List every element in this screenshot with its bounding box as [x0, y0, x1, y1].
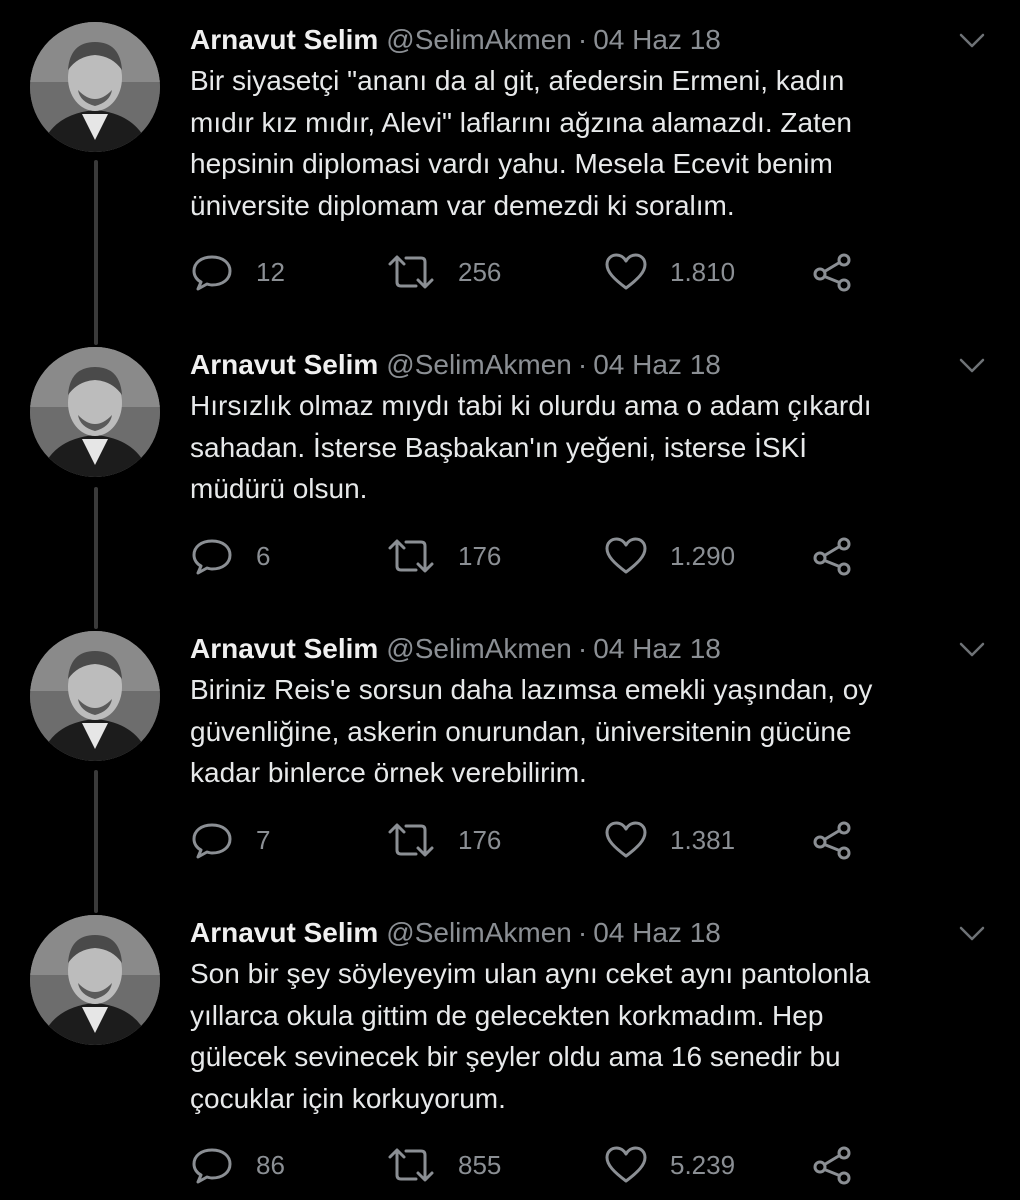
retweet-icon	[388, 1148, 434, 1182]
like-icon	[605, 1146, 647, 1183]
avatar[interactable]	[30, 347, 160, 477]
retweet-count: 176	[458, 824, 502, 855]
retweet-count: 855	[458, 1149, 502, 1180]
tweet-text-line: müdürü olsun.	[190, 473, 368, 504]
author-name[interactable]: Arnavut Selim	[190, 349, 378, 380]
retweet-button[interactable]: 176	[386, 536, 501, 576]
chevron-down-icon[interactable]	[955, 351, 989, 379]
tweet-header: Arnavut Selim @SelimAkmen · 04 Haz 18	[190, 913, 721, 953]
author-name[interactable]: Arnavut Selim	[190, 24, 378, 55]
tweet-text-line: Biriniz Reis'e sorsun daha lazımsa emekl…	[190, 674, 873, 705]
tweet-text-line: yıllarca okula gittim de gelecekten kork…	[190, 999, 824, 1031]
reply-button[interactable]: 12	[190, 252, 285, 292]
author-handle[interactable]: @SelimAkmen	[386, 349, 572, 380]
avatar[interactable]	[30, 915, 160, 1045]
tweet-date[interactable]: 04 Haz 18	[593, 633, 721, 664]
share-icon	[813, 253, 851, 292]
share-icon	[813, 537, 851, 576]
avatar[interactable]	[30, 631, 160, 761]
tweet-actions: 86 855 5.239	[190, 1145, 890, 1185]
like-count: 1.810	[670, 256, 736, 287]
reply-count: 86	[256, 1149, 285, 1180]
tweet-date[interactable]: 04 Haz 18	[593, 917, 721, 948]
tweet-text-line: kadar binlerce örnek verebilirim.	[190, 757, 587, 788]
reply-icon	[192, 255, 232, 291]
tweet-text-line: hepsinin diplomasi vardı yahu. Mesela Ec…	[190, 148, 833, 179]
tweet-text-line: güvenliğine, askerin onurundan, üniversi…	[190, 715, 852, 747]
tweet-text: Biriniz Reis'e sorsun daha lazımsa emekl…	[190, 669, 990, 794]
like-count: 5.239	[670, 1149, 736, 1180]
tweet-text-line: Son bir şey söyleyeyim ulan aynı ceket a…	[190, 958, 871, 989]
like-button[interactable]: 5.239	[604, 1145, 735, 1185]
retweet-count: 176	[458, 540, 502, 571]
reply-button[interactable]: 7	[190, 820, 270, 860]
tweet-header: Arnavut Selim @SelimAkmen · 04 Haz 18	[190, 345, 721, 385]
thread-line	[94, 487, 98, 629]
tweet-date[interactable]: 04 Haz 18	[593, 349, 721, 380]
like-icon	[605, 821, 647, 858]
tweet-date[interactable]: 04 Haz 18	[593, 24, 721, 55]
retweet-button[interactable]: 855	[386, 1145, 501, 1185]
author-handle[interactable]: @SelimAkmen	[386, 917, 572, 948]
retweet-icon	[388, 255, 434, 289]
reply-count: 12	[256, 256, 285, 287]
reply-button[interactable]: 86	[190, 1145, 285, 1185]
reply-icon	[192, 1148, 232, 1184]
author-handle[interactable]: @SelimAkmen	[386, 24, 572, 55]
chevron-down-icon[interactable]	[955, 635, 989, 663]
separator-dot: ·	[577, 349, 588, 380]
retweet-icon	[388, 823, 434, 857]
tweet-text-line: Bir siyasetçi "ananı da al git, afedersi…	[190, 65, 845, 96]
tweet-text-line: gülecek sevinecek bir şeyler oldu ama 16…	[190, 1041, 841, 1072]
tweet-text-line: sahadan. İsterse Başbakan'ın yeğeni, ist…	[190, 431, 808, 463]
chevron-down-icon[interactable]	[955, 26, 989, 54]
share-button[interactable]	[810, 252, 854, 292]
like-button[interactable]: 1.810	[604, 252, 735, 292]
retweet-button[interactable]: 176	[386, 820, 501, 860]
tweet-actions: 12 256 1.810	[190, 252, 890, 292]
reply-count: 6	[256, 540, 271, 571]
retweet-button[interactable]: 256	[386, 252, 501, 292]
like-button[interactable]: 1.381	[604, 820, 735, 860]
reply-count: 7	[256, 824, 271, 855]
tweet-text: Son bir şey söyleyeyim ulan aynı ceket a…	[190, 953, 990, 1119]
like-count: 1.381	[670, 824, 736, 855]
thread-line	[94, 770, 98, 913]
tweet-text: Bir siyasetçi "ananı da al git, afedersi…	[190, 60, 990, 226]
tweet-text-line: mıdır kız mıdır, Alevi" laflarını ağzına…	[190, 106, 852, 138]
avatar[interactable]	[30, 22, 160, 152]
separator-dot: ·	[577, 917, 588, 948]
tweet-text-line: üniversite diplomam var demezdi ki soral…	[190, 189, 735, 221]
author-name[interactable]: Arnavut Selim	[190, 633, 378, 664]
tweet-actions: 7 176 1.381	[190, 820, 890, 860]
like-button[interactable]: 1.290	[604, 536, 735, 576]
share-button[interactable]	[810, 1145, 854, 1185]
tweet-text: Hırsızlık olmaz mıydı tabi ki olurdu ama…	[190, 385, 990, 510]
author-handle[interactable]: @SelimAkmen	[386, 633, 572, 664]
reply-icon	[192, 539, 232, 575]
tweet-header: Arnavut Selim @SelimAkmen · 04 Haz 18	[190, 20, 721, 60]
separator-dot: ·	[577, 633, 588, 664]
thread-line	[94, 160, 98, 345]
retweet-icon	[388, 539, 434, 573]
tweet-header: Arnavut Selim @SelimAkmen · 04 Haz 18	[190, 629, 721, 669]
like-icon	[605, 253, 647, 290]
author-name[interactable]: Arnavut Selim	[190, 917, 378, 948]
separator-dot: ·	[577, 24, 588, 55]
like-icon	[605, 537, 647, 574]
share-icon	[813, 821, 851, 860]
share-button[interactable]	[810, 536, 854, 576]
share-button[interactable]	[810, 820, 854, 860]
tweet-text-line: Hırsızlık olmaz mıydı tabi ki olurdu ama…	[190, 390, 872, 421]
tweet-actions: 6 176 1.290	[190, 536, 890, 576]
tweet-text-line: çocuklar için korkuyorum.	[190, 1082, 506, 1114]
share-icon	[813, 1146, 851, 1185]
like-count: 1.290	[670, 540, 736, 571]
reply-icon	[192, 823, 232, 859]
retweet-count: 256	[458, 256, 502, 287]
chevron-down-icon[interactable]	[955, 919, 989, 947]
reply-button[interactable]: 6	[190, 536, 270, 576]
